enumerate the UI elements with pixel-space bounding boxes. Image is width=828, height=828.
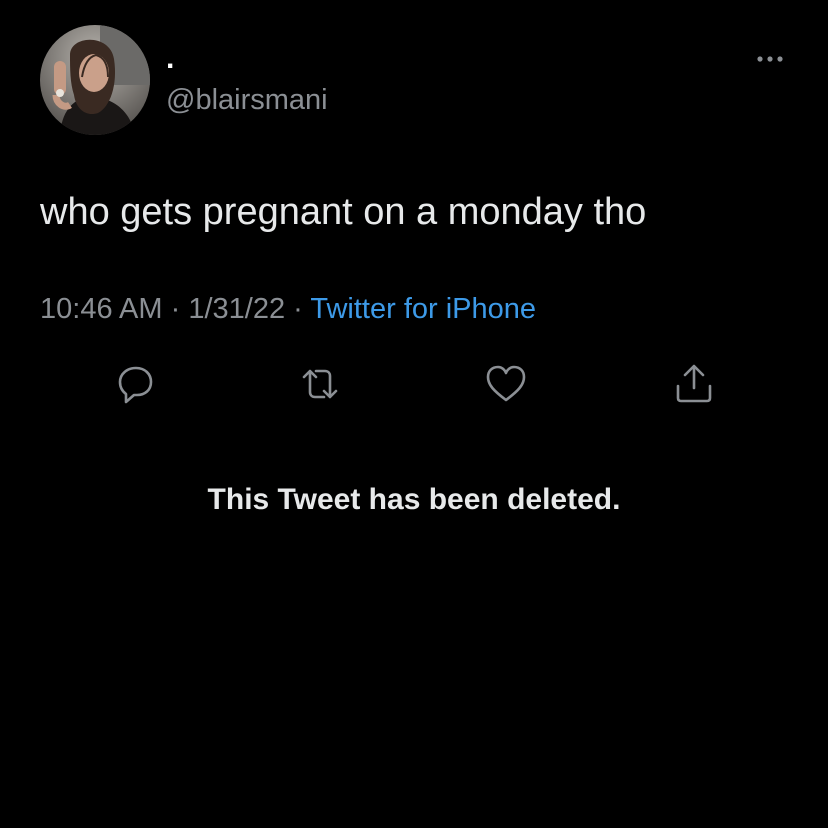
avatar[interactable] [40,25,150,135]
tweet-time[interactable]: 10:46 AM [40,293,163,325]
display-name[interactable]: . [166,44,174,74]
retweet-icon[interactable] [294,358,346,410]
tweet-source-link[interactable]: Twitter for iPhone [310,293,536,325]
tweet-text: who gets pregnant on a monday tho [40,191,647,233]
reply-icon[interactable] [110,358,162,410]
meta-separator: · [293,293,303,325]
more-horizontal-icon[interactable] [750,46,790,72]
avatar-photo [40,25,150,135]
user-handle[interactable]: @blairsmani [166,83,328,117]
tweet-action-bar [0,358,828,414]
tweet-date[interactable]: 1/31/22 [188,293,285,325]
tweet-metadata: 10:46 AM · 1/31/22 · Twitter for iPhone [40,290,536,328]
deleted-tweet-notice: This Tweet has been deleted. [207,483,621,516]
share-icon[interactable] [668,358,720,410]
heart-icon[interactable] [480,358,532,410]
meta-separator: · [170,293,181,325]
